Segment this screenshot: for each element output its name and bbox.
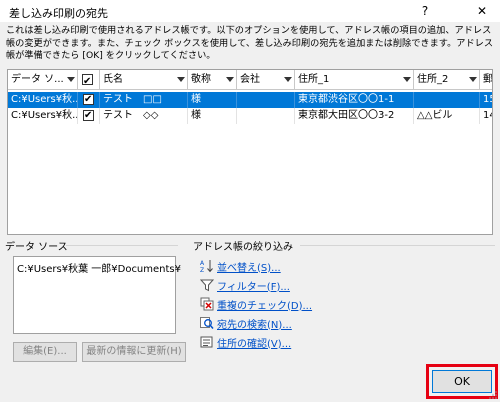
find-recipient-link-row[interactable]: 宛先の検索(N)... — [200, 315, 292, 331]
chevron-down-icon — [284, 77, 292, 82]
column-header-label: 住所_2 — [417, 74, 449, 85]
list-item[interactable]: C:¥Users¥秋葉 一郎¥Documents¥ — [17, 260, 181, 275]
column-header-label: 住所_1 — [298, 74, 330, 85]
column-header-address1[interactable]: 住所_1 — [295, 70, 414, 90]
filter-icon — [199, 278, 215, 292]
window-title: 差し込み印刷の宛先 — [9, 7, 108, 20]
svg-text:Z: Z — [200, 267, 204, 273]
duplicate-icon — [200, 297, 214, 311]
cell-address1: 東京都渋谷区〇〇1-1 — [295, 92, 414, 108]
validate-address-link[interactable]: 住所の確認(V)... — [217, 335, 291, 350]
cell-check[interactable] — [78, 92, 100, 108]
column-header-label: 敬称 — [191, 74, 211, 85]
cell-company — [237, 92, 295, 108]
chevron-down-icon — [67, 77, 75, 82]
title-bar: 差し込み印刷の宛先 ? ✕ — [0, 0, 500, 22]
cell-name: テスト ◇◇ — [100, 108, 188, 124]
select-all-checkbox[interactable] — [82, 72, 93, 89]
column-header-address2[interactable]: 住所_2 — [414, 70, 480, 90]
table-header: データ ソ... 氏名 敬称 会社 住所_1 住所_2 郵便 — [8, 70, 493, 90]
filter-link-row[interactable]: フィルター(F)... — [199, 277, 290, 293]
duplicate-link-row[interactable]: 重複のチェック(D)... — [200, 296, 312, 312]
column-header-name[interactable]: 氏名 — [100, 70, 188, 90]
chevron-down-icon — [469, 77, 477, 82]
datasource-list[interactable]: C:¥Users¥秋葉 一郎¥Documents¥ — [13, 256, 181, 334]
close-button[interactable]: ✕ — [466, 0, 498, 22]
cell-address2: △△ビル — [414, 108, 480, 124]
cell-address2 — [414, 92, 480, 108]
cell-honorific: 様 — [188, 92, 237, 108]
chevron-down-icon — [177, 77, 185, 82]
cell-company — [237, 108, 295, 124]
column-header-label: 会社 — [240, 74, 260, 85]
row-checkbox[interactable] — [83, 92, 94, 107]
find-recipient-link[interactable]: 宛先の検索(N)... — [217, 316, 292, 331]
row-checkbox[interactable] — [83, 108, 94, 123]
column-header-label: 氏名 — [103, 74, 123, 85]
validate-address-link-row[interactable]: 住所の確認(V)... — [200, 334, 291, 350]
find-recipient-icon — [200, 316, 214, 330]
help-button[interactable]: ? — [409, 0, 441, 22]
column-header-datasource[interactable]: データ ソ... — [8, 70, 78, 90]
instructions-text: これは差し込み印刷で使用されるアドレス帳です。以下のオプションを使用して、アドレ… — [6, 25, 494, 61]
column-header-zip[interactable]: 郵便 — [480, 70, 493, 90]
edit-button[interactable]: 編集(E)... — [13, 342, 77, 362]
cell-check[interactable] — [78, 108, 100, 124]
filter-link[interactable]: フィルター(F)... — [217, 278, 290, 293]
ok-button[interactable]: OK — [432, 370, 492, 393]
column-header-honorific[interactable]: 敬称 — [188, 70, 237, 90]
column-header-label: 郵便 — [483, 74, 493, 85]
sort-link-row[interactable]: AZ 並べ替え(S)... — [200, 258, 281, 274]
chevron-down-icon — [403, 77, 411, 82]
refresh-button[interactable]: 最新の情報に更新(H) — [82, 342, 186, 362]
datasource-section-label: データ ソース — [5, 242, 68, 253]
table-row[interactable]: C:¥Users¥秋... テスト ◇◇ 様 東京都大田区〇〇3-2 △△ビル … — [8, 108, 492, 124]
validate-address-icon — [200, 335, 214, 349]
table-row[interactable]: C:¥Users¥秋... テスト □□ 様 東京都渋谷区〇〇1-1 1500 — [8, 92, 492, 108]
sort-icon: AZ — [200, 259, 214, 274]
recipients-table[interactable]: データ ソ... 氏名 敬称 会社 住所_1 住所_2 郵便 — [7, 69, 493, 235]
cell-zip: 1440 — [480, 108, 492, 124]
column-header-label: データ ソ... — [11, 74, 64, 85]
refine-section-label: アドレス帳の絞り込み — [193, 242, 293, 253]
section-divider — [300, 245, 495, 246]
resize-grip-icon[interactable] — [488, 390, 498, 400]
duplicate-link[interactable]: 重複のチェック(D)... — [217, 297, 312, 312]
chevron-down-icon — [226, 77, 234, 82]
cell-source: C:¥Users¥秋... — [8, 92, 78, 108]
svg-text:A: A — [200, 260, 205, 267]
cell-source: C:¥Users¥秋... — [8, 108, 78, 124]
section-divider — [66, 245, 178, 246]
column-header-check[interactable] — [78, 70, 100, 90]
cell-zip: 1500 — [480, 92, 492, 108]
cell-name: テスト □□ — [100, 92, 188, 108]
cell-address1: 東京都大田区〇〇3-2 — [295, 108, 414, 124]
sort-link[interactable]: 並べ替え(S)... — [217, 259, 281, 274]
column-header-company[interactable]: 会社 — [237, 70, 295, 90]
cell-honorific: 様 — [188, 108, 237, 124]
